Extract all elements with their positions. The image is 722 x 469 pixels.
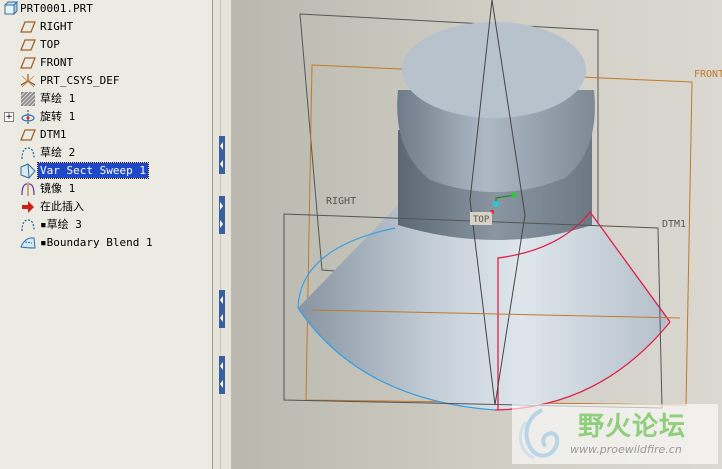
tree-item-dtm1[interactable]: DTM1 — [0, 126, 212, 144]
datum-curve-icon — [20, 145, 36, 161]
tree-item-mirror1[interactable]: 镜像 1 — [0, 180, 212, 198]
tree-root-label: PRT0001.PRT — [20, 2, 93, 15]
watermark-name: 野火论坛 — [578, 412, 687, 442]
collapse-left-grip-2[interactable] — [219, 290, 226, 328]
datum-plane-icon — [20, 19, 36, 35]
tree-item-csys[interactable]: PRT_CSYS_DEF — [0, 72, 212, 90]
tree-item-front[interactable]: FRONT — [0, 54, 212, 72]
tree-item-label: 草绘 2 — [40, 146, 76, 159]
tree-item-label: FRONT — [40, 56, 74, 69]
mirror-icon — [20, 181, 36, 197]
splitter-line — [220, 0, 221, 469]
tree-item-label: DTM1 — [40, 128, 67, 141]
datum-curve-icon — [20, 217, 36, 233]
label-top: TOP — [473, 215, 490, 225]
panel-splitter[interactable] — [213, 0, 232, 469]
collapse-left-grip-3[interactable] — [219, 356, 226, 394]
expand-icon[interactable]: + — [4, 112, 14, 122]
csys-marker — [511, 192, 517, 198]
tree-item-label: ▪草绘 3 — [40, 218, 82, 231]
tree-item-label: 在此插入 — [40, 200, 84, 213]
tree-root[interactable]: PRT0001.PRT — [0, 0, 212, 18]
tree-item-sketch3[interactable]: ▪草绘 3 — [0, 216, 212, 234]
csys-icon — [20, 73, 36, 89]
tree-item-label: 镜像 1 — [40, 182, 76, 195]
watermark: 野火论坛 www.proewildfire.cn — [512, 404, 718, 464]
flame-logo-icon — [518, 408, 560, 460]
cap-top-face[interactable] — [402, 22, 586, 118]
datum-plane-icon — [20, 127, 36, 143]
datum-plane-icon — [20, 55, 36, 71]
expand-right-grip[interactable] — [219, 196, 226, 234]
tree-item-label: 旋转 1 — [40, 110, 76, 123]
boundary-blend-icon — [20, 235, 36, 251]
insert-here-arrow-icon — [20, 199, 36, 215]
tree-item-label: ▪Boundary Blend 1 — [40, 236, 153, 249]
revolve-icon — [20, 109, 36, 125]
tree-item-label: PRT_CSYS_DEF — [40, 74, 120, 87]
tree-item-revolve1[interactable]: + 旋转 1 — [0, 108, 212, 126]
tree-item-sketch2[interactable]: 草绘 2 — [0, 144, 212, 162]
collapse-left-grip[interactable] — [219, 136, 226, 174]
tree-item-boundary-blend[interactable]: ▪Boundary Blend 1 — [0, 234, 212, 252]
tree-item-right[interactable]: RIGHT — [0, 18, 212, 36]
tree-item-label-selected: Var Sect Sweep 1 — [37, 162, 149, 179]
model-graphics: FRONT RIGHT TOP DTM1 — [283, 0, 722, 411]
tree-item-label: RIGHT — [40, 20, 74, 33]
tree-item-label: TOP — [40, 38, 60, 51]
watermark-url: www.proewildfire.cn — [570, 443, 682, 456]
tree-item-sketch1[interactable]: 草绘 1 — [0, 90, 212, 108]
var-sect-sweep-icon — [20, 163, 36, 179]
label-dtm1: DTM1 — [662, 219, 686, 230]
model-tree: PRT0001.PRT RIGHT TOP FRONT PRT_CSYS_DEF… — [0, 0, 213, 469]
part-icon — [2, 0, 19, 17]
tree-item-insert-here[interactable]: 在此插入 — [0, 198, 212, 216]
graphics-viewport[interactable]: FRONT RIGHT TOP DTM1 — [232, 0, 722, 469]
tree-item-var-sect-sweep[interactable]: Var Sect Sweep 1 — [0, 162, 212, 180]
tree-item-top[interactable]: TOP — [0, 36, 212, 54]
sketch-icon — [20, 91, 36, 107]
csys-origin — [493, 201, 499, 207]
datum-plane-icon — [20, 37, 36, 53]
label-right: RIGHT — [326, 196, 356, 207]
label-front: FRONT — [694, 69, 722, 80]
tree-item-label: 草绘 1 — [40, 92, 76, 105]
